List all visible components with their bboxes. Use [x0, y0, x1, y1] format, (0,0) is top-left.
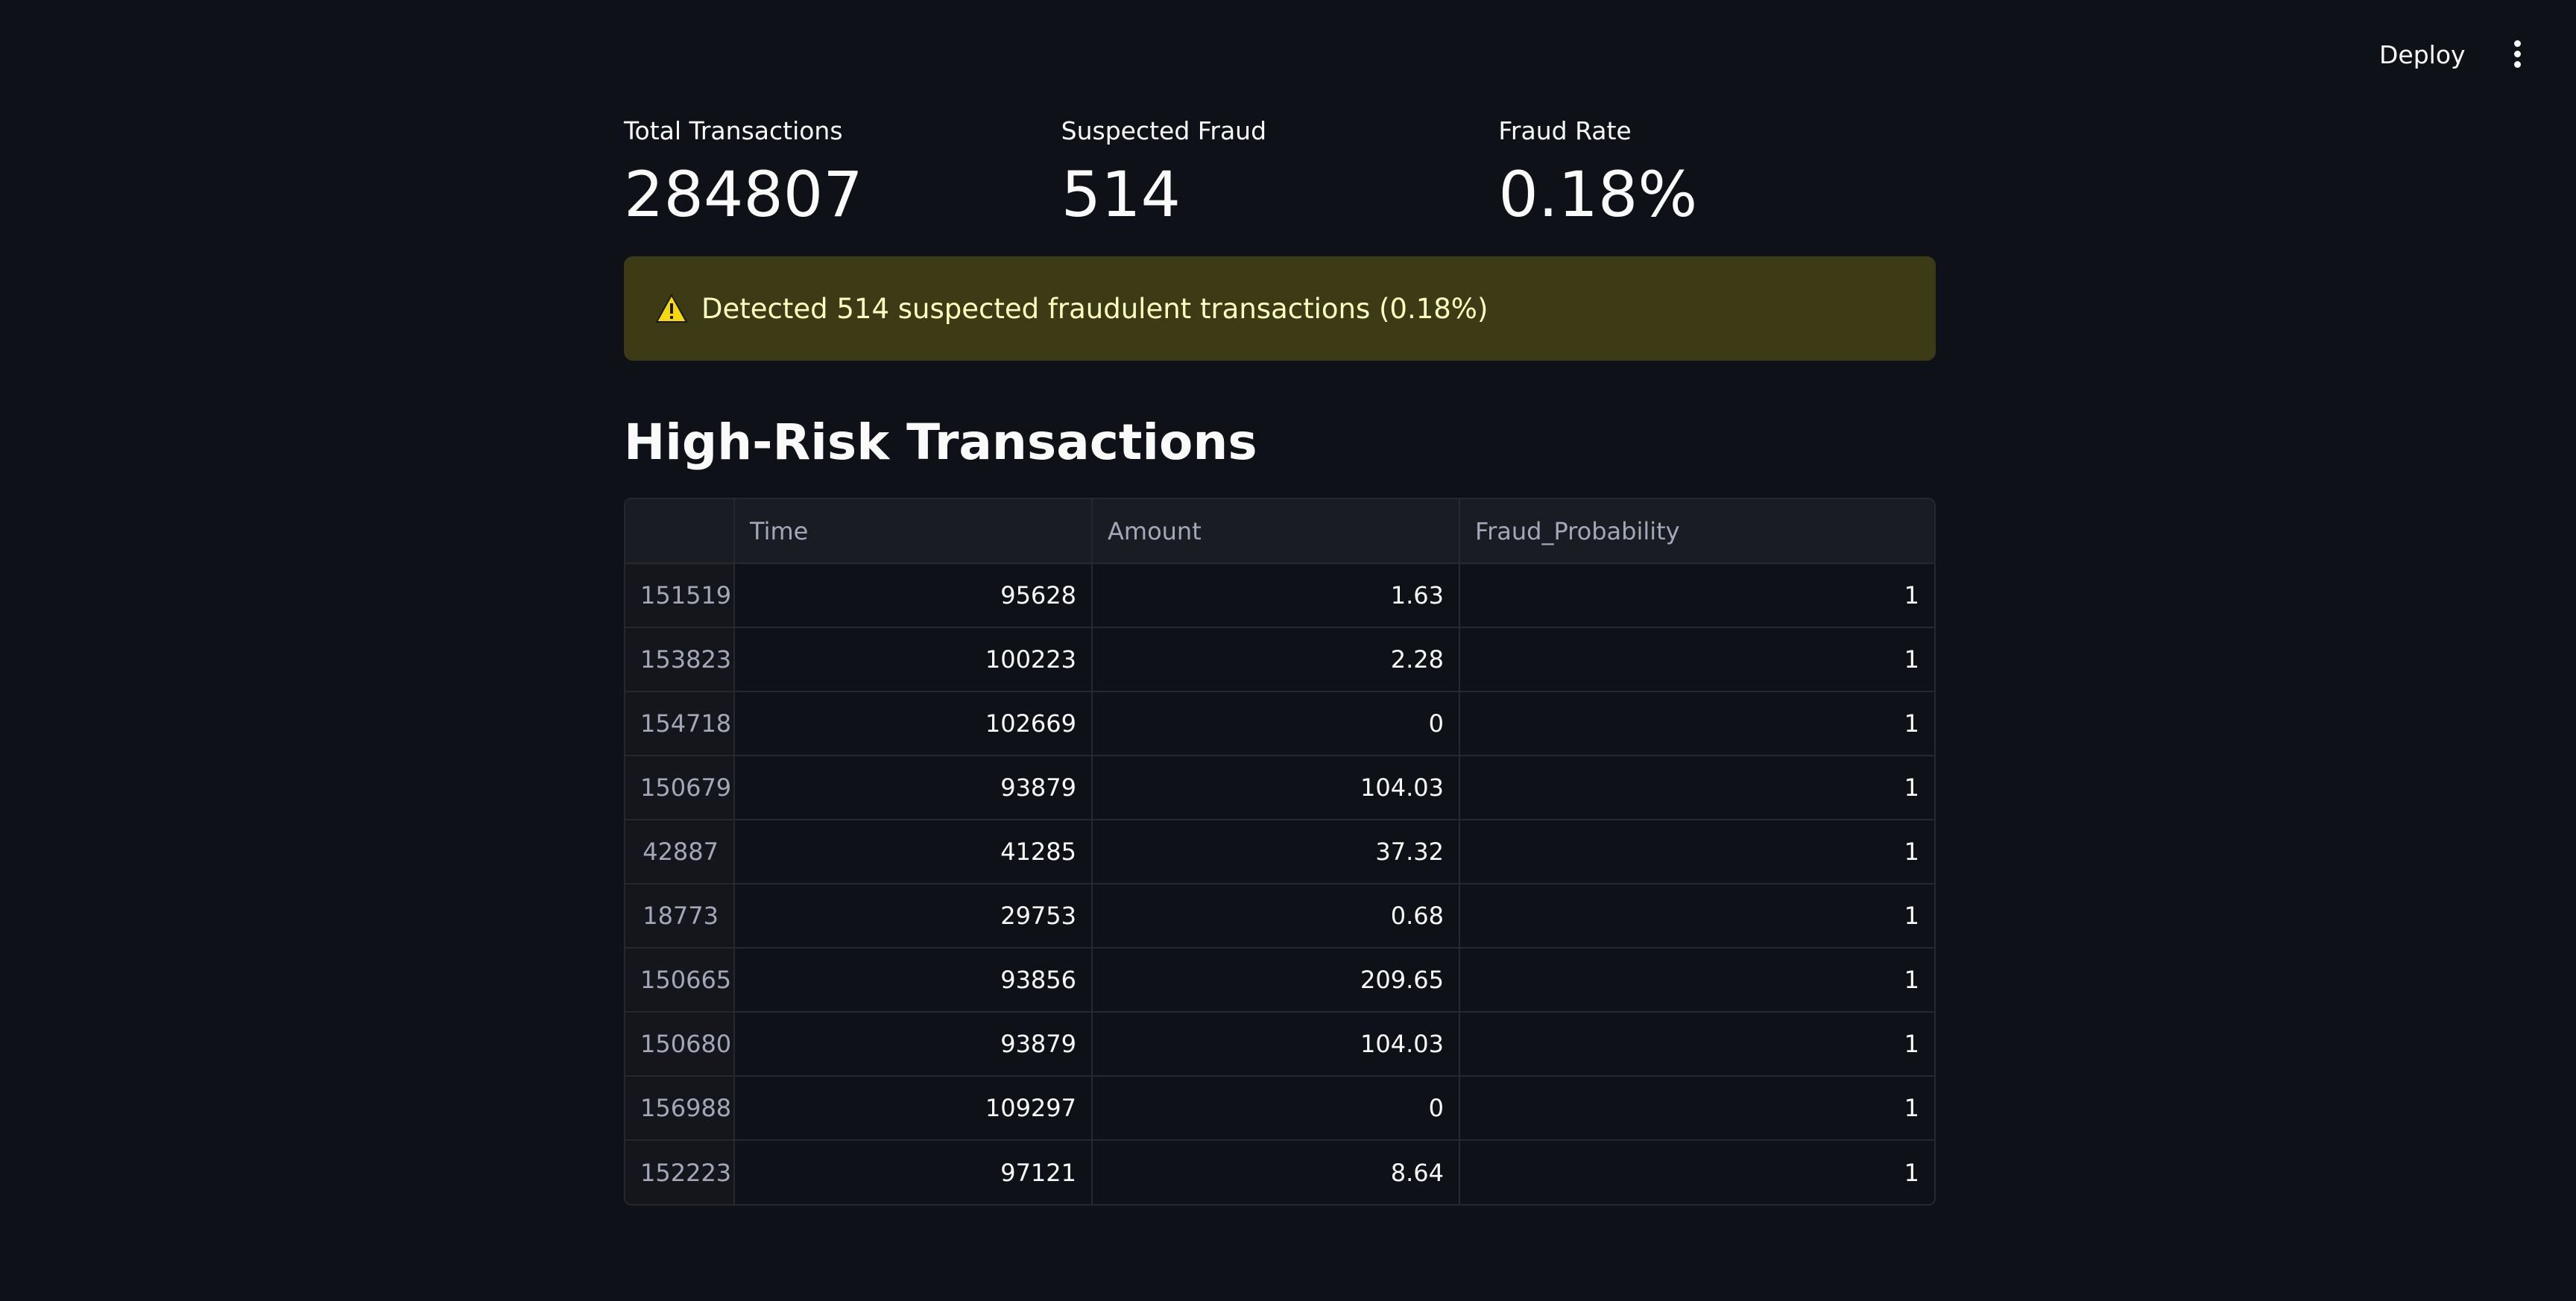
metric-label: Fraud Rate: [1498, 116, 1632, 145]
row-index-cell[interactable]: 150680: [625, 1012, 735, 1077]
amount-cell[interactable]: 8.64: [1092, 1140, 1460, 1204]
metric-label: Suspected Fraud: [1061, 116, 1267, 145]
fraud-probability-cell[interactable]: 1: [1459, 948, 1934, 1013]
amount-column-header[interactable]: Amount: [1092, 499, 1460, 564]
time-cell[interactable]: 29753: [734, 884, 1093, 949]
fraud-probability-cell[interactable]: 1: [1459, 627, 1934, 692]
time-cell[interactable]: 93879: [734, 756, 1093, 820]
amount-cell[interactable]: 2.28: [1092, 627, 1460, 692]
row-index-cell[interactable]: 154718: [625, 691, 735, 756]
table-row[interactable]: 151519 95628 1.63 1: [625, 563, 1934, 628]
amount-cell[interactable]: 104.03: [1092, 756, 1460, 820]
amount-cell[interactable]: 1.63: [1092, 563, 1460, 628]
fraud-probability-cell[interactable]: 1: [1459, 563, 1934, 628]
metric-fraud-rate: Fraud Rate 0.18%: [1498, 112, 1936, 238]
row-index-cell[interactable]: 151519: [625, 563, 735, 628]
table-header-row: Time Amount Fraud_Probability: [625, 499, 1934, 564]
metrics-row: Total Transactions 284807 Suspected Frau…: [624, 112, 1936, 238]
table-row[interactable]: 150679 93879 104.03 1: [625, 756, 1934, 820]
table-row[interactable]: 156988 109297 0 1: [625, 1076, 1934, 1141]
fraud-probability-cell[interactable]: 1: [1459, 1076, 1934, 1141]
row-index-cell[interactable]: 153823: [625, 627, 735, 692]
warning-icon: [655, 294, 688, 323]
table-row[interactable]: 150665 93856 209.65 1: [625, 948, 1934, 1013]
amount-cell[interactable]: 0: [1092, 1076, 1460, 1141]
fraud-probability-cell[interactable]: 1: [1459, 884, 1934, 949]
row-index-cell[interactable]: 150665: [625, 948, 735, 1013]
index-column-header[interactable]: [625, 499, 735, 564]
time-cell[interactable]: 97121: [734, 1140, 1093, 1204]
row-index-cell[interactable]: 156988: [625, 1076, 735, 1141]
time-cell[interactable]: 93856: [734, 948, 1093, 1013]
table-row[interactable]: 154718 102669 0 1: [625, 691, 1934, 756]
alert-text: Detected 514 suspected fraudulent transa…: [701, 292, 1489, 325]
metric-value: 284807: [624, 158, 863, 231]
table-row[interactable]: 150680 93879 104.03 1: [625, 1012, 1934, 1077]
metric-value: 514: [1061, 158, 1181, 231]
amount-cell[interactable]: 0: [1092, 691, 1460, 756]
time-cell[interactable]: 102669: [734, 691, 1093, 756]
fraud-probability-cell[interactable]: 1: [1459, 1012, 1934, 1077]
table-row[interactable]: 42887 41285 37.32 1: [625, 820, 1934, 884]
amount-cell[interactable]: 104.03: [1092, 1012, 1460, 1077]
fraud-probability-cell[interactable]: 1: [1459, 691, 1934, 756]
time-column-header[interactable]: Time: [734, 499, 1093, 564]
time-cell[interactable]: 41285: [734, 820, 1093, 884]
deploy-button[interactable]: Deploy: [2379, 39, 2466, 72]
fraud-probability-cell[interactable]: 1: [1459, 820, 1934, 884]
warning-alert: Detected 514 suspected fraudulent transa…: [624, 256, 1936, 361]
more-vertical-icon[interactable]: [2506, 40, 2528, 70]
metric-total-transactions: Total Transactions 284807: [624, 112, 1061, 238]
metric-suspected-fraud: Suspected Fraud 514: [1061, 112, 1499, 238]
time-cell[interactable]: 95628: [734, 563, 1093, 628]
main-content: Total Transactions 284807 Suspected Frau…: [624, 112, 1936, 1206]
row-index-cell[interactable]: 152223: [625, 1140, 735, 1204]
amount-cell[interactable]: 37.32: [1092, 820, 1460, 884]
table-row[interactable]: 152223 97121 8.64 1: [625, 1140, 1934, 1204]
time-cell[interactable]: 109297: [734, 1076, 1093, 1141]
fraud-probability-cell[interactable]: 1: [1459, 1140, 1934, 1204]
amount-cell[interactable]: 209.65: [1092, 948, 1460, 1013]
fraud-probability-cell[interactable]: 1: [1459, 756, 1934, 820]
data-table[interactable]: Time Amount Fraud_Probability 151519 9562…: [624, 498, 1936, 1206]
fraud-probability-column-header[interactable]: Fraud_Probability: [1459, 499, 1934, 564]
row-index-cell[interactable]: 18773: [625, 884, 735, 949]
time-cell[interactable]: 93879: [734, 1012, 1093, 1077]
time-cell[interactable]: 100223: [734, 627, 1093, 692]
amount-cell[interactable]: 0.68: [1092, 884, 1460, 949]
metric-value: 0.18%: [1498, 158, 1698, 231]
section-title: High-Risk Transactions: [624, 414, 1257, 471]
row-index-cell[interactable]: 42887: [625, 820, 735, 884]
row-index-cell[interactable]: 150679: [625, 756, 735, 820]
table-row[interactable]: 153823 100223 2.28 1: [625, 627, 1934, 692]
table-row[interactable]: 18773 29753 0.68 1: [625, 884, 1934, 949]
top-toolbar: Deploy: [0, 0, 2576, 112]
metric-label: Total Transactions: [624, 116, 843, 145]
